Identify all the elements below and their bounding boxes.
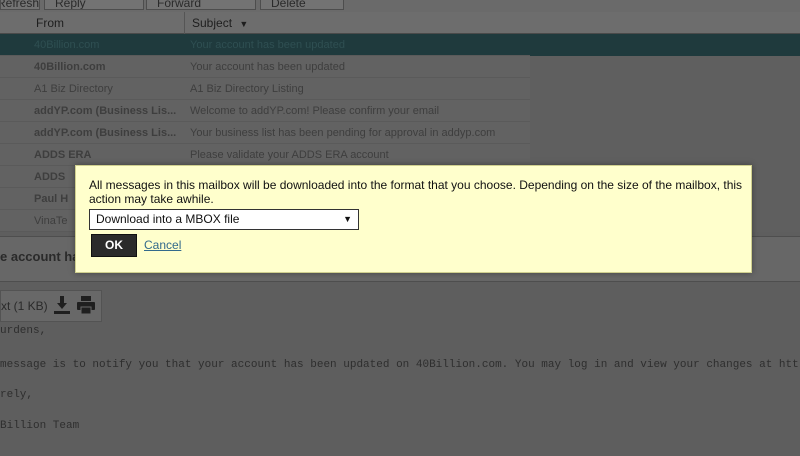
message-subject: Please validate your ADDS ERA account bbox=[190, 149, 389, 161]
attachment-name: xt (1 KB) bbox=[1, 299, 48, 313]
dialog-message: All messages in this mailbox will be dow… bbox=[89, 178, 743, 206]
body-line: rely, bbox=[0, 389, 34, 401]
message-from: ADDS ERA bbox=[34, 149, 92, 161]
subject-column-label: Subject bbox=[192, 16, 233, 30]
body-line: urdens, bbox=[0, 325, 47, 337]
sort-desc-icon: ▼ bbox=[239, 19, 249, 29]
preview-subject: e account ha bbox=[0, 249, 80, 264]
mail-toolbar: Refresh Reply Forward Delete bbox=[0, 0, 800, 12]
reply-button[interactable]: Reply bbox=[44, 0, 144, 10]
from-column-label: From bbox=[36, 16, 64, 30]
message-from: addYP.com (Business Lis... bbox=[34, 105, 177, 117]
row-filler bbox=[530, 144, 800, 166]
subject-column-header[interactable]: Subject ▼ bbox=[186, 12, 386, 34]
delete-button[interactable]: Delete bbox=[260, 0, 344, 10]
forward-button[interactable]: Forward bbox=[146, 0, 256, 10]
body-line: Billion Team bbox=[0, 420, 80, 432]
message-subject: Your account has been updated bbox=[190, 39, 345, 51]
column-divider bbox=[184, 12, 185, 34]
attachment-chip[interactable]: xt (1 KB) bbox=[0, 290, 102, 322]
download-format-select[interactable]: Download into a MBOX file ▼ bbox=[89, 209, 359, 230]
message-from: 40Billion.com bbox=[34, 61, 106, 73]
message-from: 40Billion.com bbox=[34, 39, 100, 51]
body-line: message is to notify you that your accou… bbox=[0, 359, 799, 371]
ok-button[interactable]: OK bbox=[91, 234, 137, 257]
message-row[interactable]: ADDS ERA Please validate your ADDS ERA a… bbox=[0, 144, 800, 166]
message-row[interactable]: addYP.com (Business Lis... Your business… bbox=[0, 122, 800, 144]
message-subject: Your account has been updated bbox=[190, 61, 345, 73]
message-row[interactable]: A1 Biz Directory A1 Biz Directory Listin… bbox=[0, 78, 800, 100]
message-subject: Your business list has been pending for … bbox=[190, 127, 496, 139]
refresh-label: Refresh bbox=[0, 0, 40, 10]
row-filler bbox=[530, 122, 800, 144]
download-mailbox-dialog: All messages in this mailbox will be dow… bbox=[75, 165, 752, 273]
print-icon[interactable] bbox=[77, 296, 95, 316]
row-filler bbox=[530, 34, 800, 56]
message-list-header: From Subject ▼ bbox=[0, 12, 800, 34]
download-format-value: Download into a MBOX file bbox=[96, 212, 240, 226]
message-subject: A1 Biz Directory Listing bbox=[190, 83, 304, 95]
reply-label: Reply bbox=[55, 0, 86, 10]
row-filler bbox=[530, 100, 800, 122]
delete-label: Delete bbox=[271, 0, 306, 10]
refresh-button[interactable]: Refresh bbox=[0, 0, 40, 10]
message-from: A1 Biz Directory bbox=[34, 83, 113, 95]
cancel-link[interactable]: Cancel bbox=[144, 238, 181, 252]
message-row[interactable]: 40Billion.com Your account has been upda… bbox=[0, 56, 800, 78]
message-from: addYP.com (Business Lis... bbox=[34, 127, 177, 139]
row-filler bbox=[530, 56, 800, 78]
forward-label: Forward bbox=[157, 0, 202, 10]
message-row[interactable]: addYP.com (Business Lis... Welcome to ad… bbox=[0, 100, 800, 122]
message-row[interactable]: 40Billion.com Your account has been upda… bbox=[0, 34, 800, 56]
dropdown-arrow-icon: ▼ bbox=[343, 214, 352, 224]
from-column-header[interactable]: From bbox=[30, 12, 182, 34]
download-icon[interactable] bbox=[53, 296, 71, 316]
row-filler bbox=[530, 78, 800, 100]
message-subject: Welcome to addYP.com! Please confirm you… bbox=[190, 105, 440, 117]
